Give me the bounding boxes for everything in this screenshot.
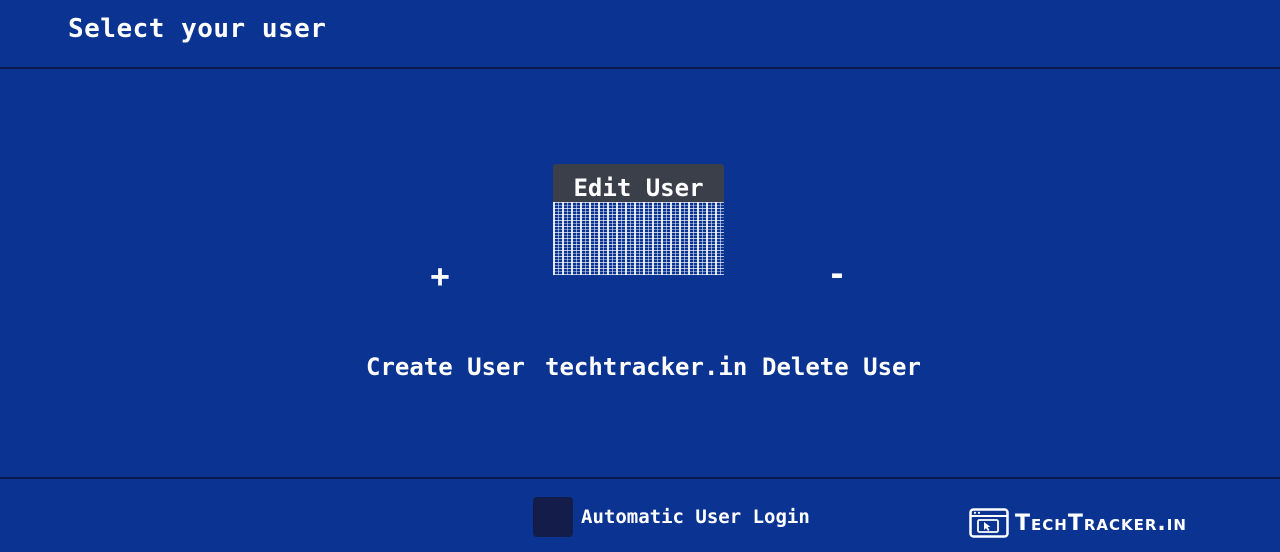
footer-divider xyxy=(0,477,1280,479)
edit-user-tooltip[interactable]: Edit User xyxy=(553,164,724,204)
page-title: Select your user xyxy=(68,14,327,44)
user-name-label[interactable]: techtracker.in xyxy=(545,350,747,384)
auto-login-label: Automatic User Login xyxy=(581,506,810,528)
auto-login-toggle[interactable]: Automatic User Login xyxy=(533,497,810,537)
plus-icon[interactable]: + xyxy=(420,258,460,294)
auto-login-checkbox[interactable] xyxy=(533,497,573,537)
minus-icon[interactable]: - xyxy=(817,256,857,292)
watermark-text: TechTracker.in xyxy=(1015,510,1187,536)
user-avatar-tile[interactable]: Edit User xyxy=(553,164,724,275)
watermark: TechTracker.in xyxy=(969,505,1187,541)
create-user-label[interactable]: Create User xyxy=(366,350,525,384)
header-divider xyxy=(0,67,1280,69)
user-avatar-image[interactable] xyxy=(553,202,724,275)
browser-cursor-icon xyxy=(969,508,1009,538)
delete-user-label[interactable]: Delete User xyxy=(762,350,921,384)
